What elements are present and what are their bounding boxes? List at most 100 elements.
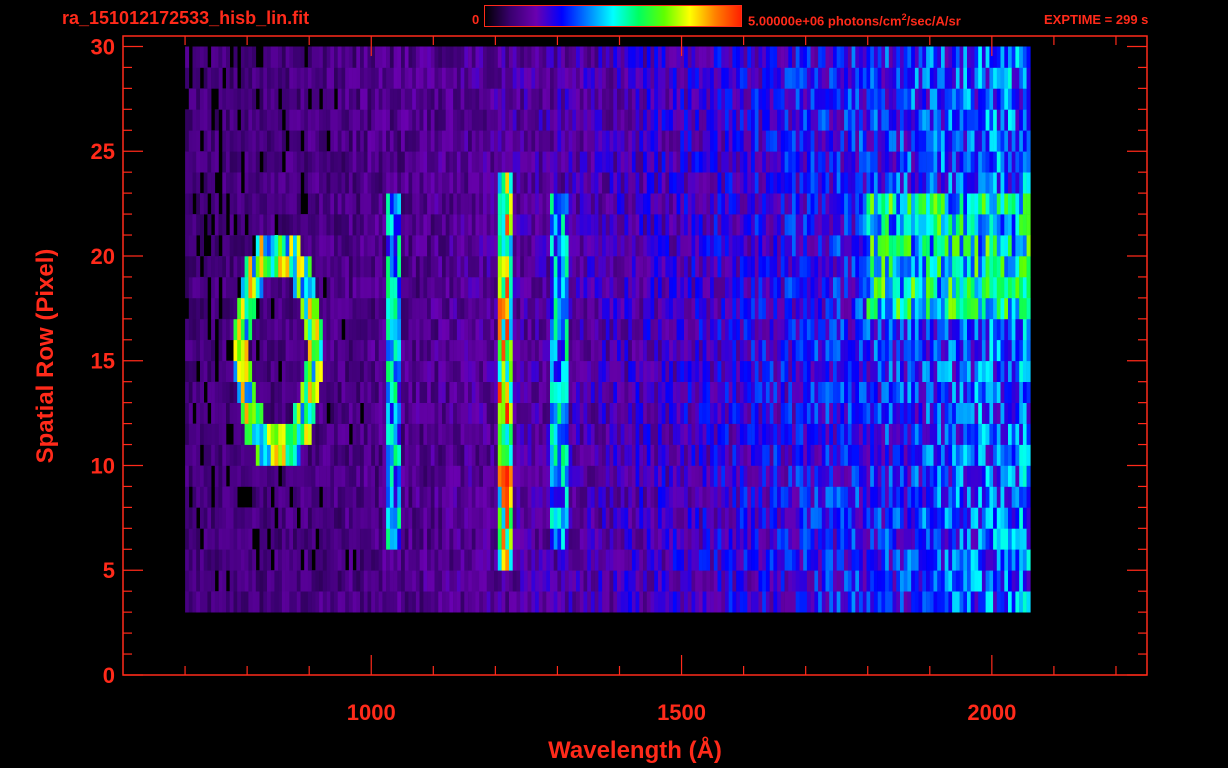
- heatmap-cell: [676, 235, 681, 257]
- heatmap-cell: [847, 214, 852, 236]
- heatmap-cell: [970, 214, 975, 236]
- heatmap-cell: [576, 528, 580, 550]
- heatmap-cell: [423, 507, 428, 529]
- heatmap-cell: [1022, 276, 1027, 299]
- heatmap-cell: [713, 297, 718, 320]
- heatmap-cell: [296, 339, 301, 362]
- heatmap-cell: [345, 528, 350, 550]
- heatmap-cell: [509, 444, 513, 466]
- heatmap-cell: [185, 235, 190, 257]
- heatmap-cell: [315, 339, 320, 362]
- heatmap-cell: [442, 381, 446, 403]
- heatmap-cell: [263, 256, 268, 278]
- heatmap-cell: [196, 423, 201, 445]
- heatmap-cell: [855, 214, 860, 236]
- heatmap-cell: [315, 318, 320, 341]
- heatmap-cell: [505, 172, 510, 194]
- heatmap-cell: [423, 360, 428, 382]
- heatmap-cell: [523, 172, 528, 194]
- heatmap-cell: [393, 214, 398, 236]
- heatmap-cell: [888, 297, 893, 320]
- heatmap-cell: [821, 444, 826, 466]
- heatmap-cell: [695, 570, 700, 592]
- heatmap-cell: [799, 339, 804, 362]
- heatmap-cell: [360, 381, 365, 403]
- heatmap-cell: [952, 339, 957, 362]
- heatmap-cell: [587, 318, 592, 341]
- heatmap-cell: [725, 549, 729, 571]
- heatmap-cell: [810, 486, 815, 508]
- heatmap-cell: [233, 172, 238, 194]
- heatmap-cell: [840, 402, 845, 424]
- heatmap-cell: [769, 507, 774, 529]
- heatmap-cell: [821, 507, 826, 529]
- heatmap-cell: [263, 276, 268, 299]
- heatmap-cell: [267, 549, 271, 571]
- heatmap-cell: [185, 151, 190, 173]
- heatmap-cell: [1004, 591, 1009, 613]
- heatmap-cell: [222, 297, 227, 320]
- heatmap-cell: [561, 465, 566, 487]
- heatmap-cell: [900, 360, 904, 382]
- heatmap-cell: [192, 130, 197, 152]
- heatmap-cell: [561, 172, 566, 194]
- heatmap-cell: [732, 276, 737, 299]
- heatmap-cell: [911, 297, 916, 320]
- heatmap-cell: [598, 402, 603, 424]
- heatmap-cell: [1019, 381, 1024, 403]
- heatmap-cell: [285, 528, 290, 550]
- heatmap-cell: [996, 151, 1001, 173]
- heatmap-cell: [736, 486, 741, 508]
- heatmap-cell: [818, 549, 823, 571]
- heatmap-cell: [710, 318, 715, 341]
- heatmap-cell: [743, 381, 748, 403]
- heatmap-cell: [512, 339, 517, 362]
- heatmap-cell: [196, 151, 201, 173]
- heatmap-cell: [382, 172, 387, 194]
- heatmap-cell: [687, 318, 692, 341]
- heatmap-cell: [509, 214, 513, 236]
- heatmap-cell: [237, 381, 242, 403]
- heatmap-cell: [676, 549, 681, 571]
- heatmap-cell: [892, 423, 897, 445]
- heatmap-cell: [676, 444, 681, 466]
- heatmap-cell: [490, 276, 495, 299]
- heatmap-cell: [438, 402, 443, 424]
- heatmap-cell: [438, 172, 443, 194]
- heatmap-cell: [959, 444, 964, 466]
- heatmap-cell: [449, 549, 454, 571]
- heatmap-cell: [393, 130, 398, 152]
- heatmap-cell: [248, 402, 253, 424]
- heatmap-cell: [427, 276, 432, 299]
- heatmap-cell: [572, 444, 577, 466]
- heatmap-cell: [583, 339, 588, 362]
- heatmap-cell: [315, 507, 320, 529]
- heatmap-cell: [568, 570, 573, 592]
- heatmap-cell: [572, 528, 577, 550]
- heatmap-cell: [952, 591, 957, 613]
- heatmap-cell: [222, 507, 227, 529]
- heatmap-cell: [423, 235, 428, 257]
- heatmap-cell: [248, 297, 253, 320]
- heatmap-cell: [777, 570, 782, 592]
- heatmap-cell: [360, 214, 365, 236]
- heatmap-cell: [289, 570, 294, 592]
- heatmap-cell: [747, 423, 752, 445]
- heatmap-cell: [967, 549, 971, 571]
- heatmap-cell: [1015, 214, 1020, 236]
- heatmap-cell: [531, 297, 536, 320]
- heatmap-cell: [561, 214, 566, 236]
- heatmap-cell: [684, 591, 688, 613]
- heatmap-cell: [985, 318, 990, 341]
- heatmap-cell: [356, 528, 361, 550]
- heatmap-cell: [494, 486, 499, 508]
- heatmap-cell: [483, 591, 487, 613]
- heatmap-cell: [546, 318, 551, 341]
- heatmap-cell: [620, 297, 625, 320]
- heatmap-cell: [810, 591, 815, 613]
- heatmap-cell: [903, 256, 908, 278]
- heatmap-cell: [322, 130, 327, 152]
- heatmap-cell: [799, 381, 804, 403]
- heatmap-cell: [713, 402, 718, 424]
- heatmap-cell: [449, 465, 454, 487]
